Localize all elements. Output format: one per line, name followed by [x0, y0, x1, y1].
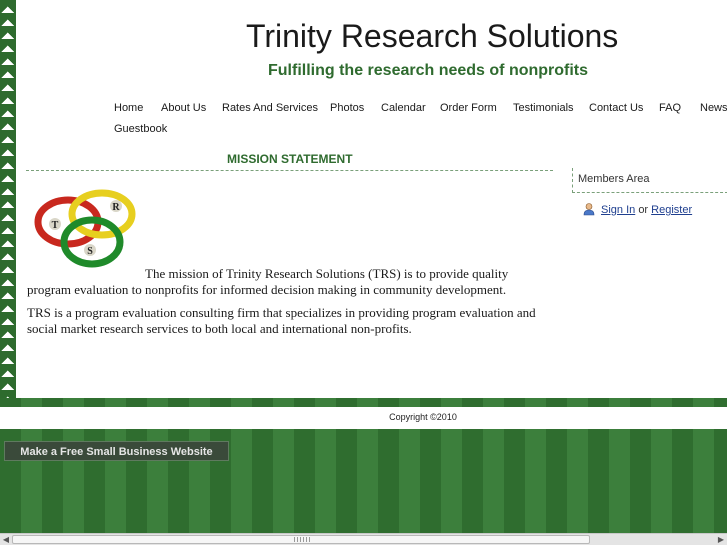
- left-sawtooth-border: [0, 0, 16, 398]
- scroll-right-arrow-icon[interactable]: ▶: [715, 534, 727, 545]
- nav-order-form[interactable]: Order Form: [440, 102, 497, 114]
- nav-contact-us[interactable]: Contact Us: [589, 102, 643, 114]
- scrollbar-thumb[interactable]: [12, 535, 590, 544]
- nav-guestbook[interactable]: Guestbook: [114, 123, 167, 135]
- sign-in-link[interactable]: Sign In: [601, 204, 635, 216]
- or-text: or: [638, 204, 649, 216]
- copyright-text: Copyright ©2010: [389, 412, 457, 422]
- logo-letter-t: T: [49, 218, 61, 231]
- make-website-button[interactable]: Make a Free Small Business Website: [4, 441, 229, 461]
- nav-photos[interactable]: Photos: [330, 102, 364, 114]
- about-paragraph: TRS is a program evaluation consulting f…: [27, 305, 536, 336]
- logo-letter-r: R: [110, 200, 122, 213]
- trs-logo: T R S: [34, 189, 136, 268]
- nav-news[interactable]: News: [700, 102, 727, 114]
- mission-paragraph: The mission of Trinity Research Solution…: [27, 266, 509, 297]
- section-title: MISSION STATEMENT: [227, 152, 353, 166]
- register-link[interactable]: Register: [651, 204, 692, 216]
- nav-testimonials[interactable]: Testimonials: [513, 102, 574, 114]
- content-divider: [26, 170, 553, 171]
- horizontal-scrollbar[interactable]: ◀ ▶: [0, 533, 727, 545]
- nav-about-us[interactable]: About Us: [161, 102, 206, 114]
- members-auth-row: Sign In or Register: [601, 204, 692, 216]
- nav-rates-and-services[interactable]: Rates And Services: [222, 102, 318, 114]
- user-icon: [583, 203, 595, 216]
- site-title: Trinity Research Solutions: [246, 18, 619, 54]
- scroll-left-arrow-icon[interactable]: ◀: [0, 534, 12, 545]
- nav-calendar[interactable]: Calendar: [381, 102, 426, 114]
- nav-home[interactable]: Home: [114, 102, 143, 114]
- grip-icon: [294, 537, 310, 542]
- site-tagline: Fulfilling the research needs of nonprof…: [268, 62, 589, 79]
- members-area-title: Members Area: [578, 173, 650, 185]
- svg-text:R: R: [112, 202, 120, 213]
- svg-text:S: S: [87, 246, 93, 257]
- svg-text:T: T: [52, 220, 59, 231]
- logo-letter-s: S: [84, 244, 96, 257]
- nav-faq[interactable]: FAQ: [659, 102, 681, 114]
